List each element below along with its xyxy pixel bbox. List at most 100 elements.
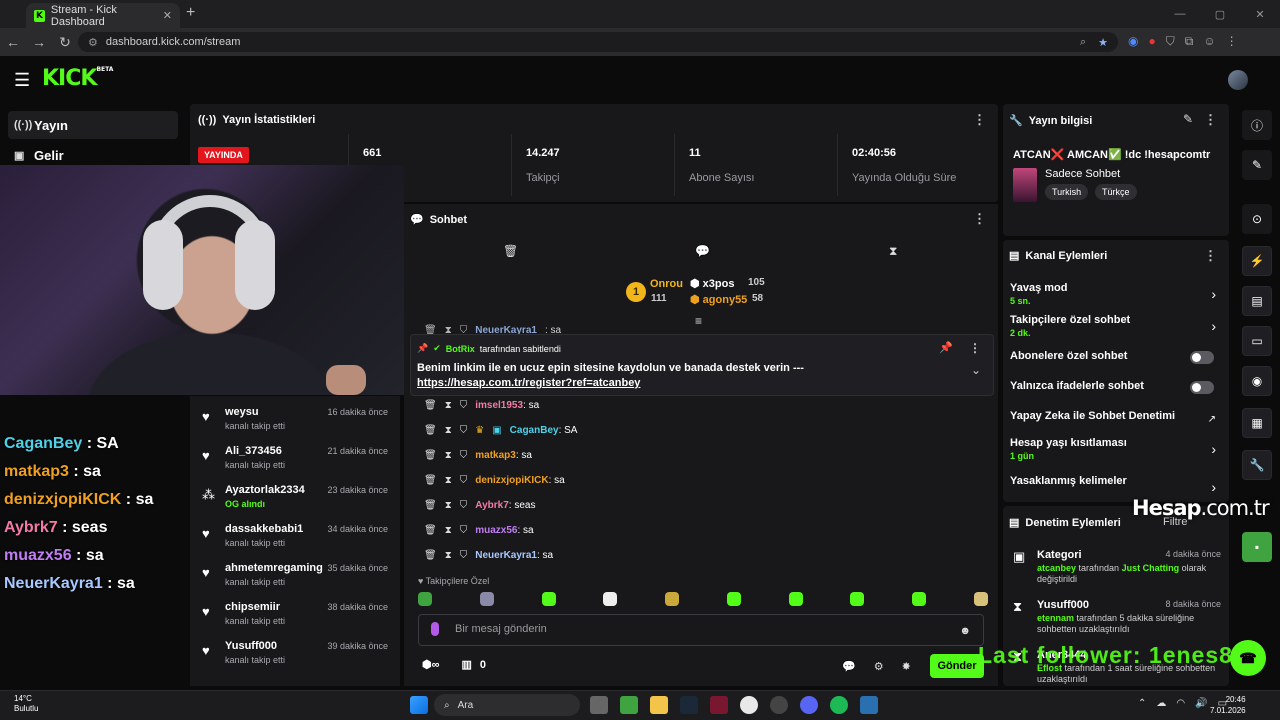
task-view-icon[interactable] xyxy=(590,696,608,714)
trash-icon[interactable]: 🗑 xyxy=(424,400,437,411)
volume-icon[interactable]: 🔊 xyxy=(1195,698,1207,709)
emoji-icon[interactable]: ☻ xyxy=(959,625,971,637)
zoom-icon[interactable]: ⌕ xyxy=(1080,36,1086,49)
chat-username[interactable]: matkap3 xyxy=(475,450,516,461)
obs-icon[interactable] xyxy=(770,696,788,714)
event-username[interactable]: chipsemiir xyxy=(225,601,280,613)
steam-icon[interactable] xyxy=(680,696,698,714)
forward-icon[interactable]: → xyxy=(26,34,52,50)
tag[interactable]: Turkish xyxy=(1045,184,1089,200)
puzzle-icon[interactable]: ⧉ xyxy=(1185,34,1194,49)
emote-icon[interactable] xyxy=(541,592,556,606)
chat-username[interactable]: denizxjopiKICK xyxy=(475,475,548,486)
more-options-icon[interactable]: ⋮ xyxy=(973,112,986,128)
app-icon[interactable] xyxy=(710,696,728,714)
kicks-icon[interactable]: ⬢∞ xyxy=(422,658,439,671)
minimize-button[interactable]: — xyxy=(1160,8,1200,20)
emote-menu-icon[interactable]: ✸ xyxy=(902,660,911,673)
pinned-by-user[interactable]: BotRix xyxy=(446,344,475,354)
hourglass-icon[interactable]: ⧗ xyxy=(445,425,452,436)
tab-close-icon[interactable]: ✕ xyxy=(163,9,172,22)
emote-icon[interactable] xyxy=(912,592,927,606)
subscribers-only-toggle[interactable] xyxy=(1190,351,1214,364)
browser-tab[interactable]: K Stream - Kick Dashboard ✕ xyxy=(26,3,180,28)
emote-icon[interactable] xyxy=(788,592,803,606)
trash-icon[interactable]: 🗑 xyxy=(424,425,437,436)
chat-bubble-icon[interactable]: 💬 xyxy=(695,244,710,258)
event-username[interactable]: Yusuff000 xyxy=(225,640,277,652)
site-info-icon[interactable]: ⚙ xyxy=(88,36,98,49)
url-field[interactable]: ⚙ dashboard.kick.com/stream ⌕ ★ xyxy=(78,32,1118,52)
chat-username[interactable]: muazx56 xyxy=(475,525,517,536)
chat-username[interactable]: imsel1953 xyxy=(475,400,523,411)
chat-bubble-icon[interactable]: ▭ xyxy=(1242,326,1272,356)
wifi-icon[interactable]: ◠ xyxy=(1176,698,1185,709)
trash-icon[interactable]: 🗑 xyxy=(424,450,437,461)
folder-icon[interactable] xyxy=(650,696,668,714)
chat-username[interactable]: NeuerKayra1 xyxy=(475,550,537,561)
chevron-down-icon[interactable]: ⌄ xyxy=(971,363,981,377)
edit-pencil-icon[interactable]: ✎ xyxy=(1242,150,1272,180)
emote-icon[interactable] xyxy=(418,592,432,606)
emote-icon[interactable] xyxy=(603,592,618,606)
hourglass-icon[interactable]: ⧗ xyxy=(445,400,452,411)
event-username[interactable]: weysu xyxy=(225,406,259,418)
action-ai-moderation[interactable]: Yapay Zeka ile Sohbet Denetimi ↗ xyxy=(1010,410,1222,425)
trash-icon[interactable]: 🗑 xyxy=(424,550,437,561)
trash-icon[interactable]: 🗑 xyxy=(424,475,437,486)
more-options-icon[interactable]: ⋮ xyxy=(973,211,986,227)
hourglass-icon[interactable]: ⧗ xyxy=(445,550,452,561)
settings-gear-icon[interactable]: ⚙ xyxy=(874,660,884,673)
document-icon[interactable]: ▤ xyxy=(1242,286,1272,316)
lightning-icon[interactable]: ⚡ xyxy=(1242,246,1272,276)
tag[interactable]: Türkçe xyxy=(1095,184,1137,200)
emote-icon[interactable] xyxy=(479,592,494,606)
collapse-icon[interactable]: ≡ xyxy=(695,314,702,328)
app-tray-icon[interactable]: ☁ xyxy=(1156,698,1166,709)
action-slow-mode[interactable]: Yavaş mod 5 sn. › xyxy=(1010,282,1222,306)
wrench-icon[interactable]: 🔧 xyxy=(1242,450,1272,480)
trash-icon[interactable]: 🗑 xyxy=(424,500,437,511)
chat-username[interactable]: Aybrk7 xyxy=(475,500,509,511)
emote-icon[interactable] xyxy=(850,592,865,606)
shield-icon[interactable]: ⛉ xyxy=(1166,34,1175,49)
new-tab-button[interactable]: + xyxy=(186,4,195,22)
taskbar-search[interactable]: ⌕ Ara xyxy=(434,694,580,716)
back-icon[interactable]: ← xyxy=(0,34,26,50)
extension-icon[interactable]: ◉ xyxy=(1128,34,1138,49)
chat-bubble-icon[interactable]: 💬 xyxy=(842,660,856,673)
chevron-right-icon[interactable]: › xyxy=(1211,479,1216,495)
trash-icon[interactable]: 🗑 xyxy=(503,244,518,258)
chevron-right-icon[interactable]: › xyxy=(1211,318,1216,334)
external-link-icon[interactable]: ↗ xyxy=(1208,414,1216,425)
stream-category[interactable]: Sadece Sohbet xyxy=(1045,168,1120,180)
mic-icon[interactable] xyxy=(431,622,439,636)
hourglass-icon[interactable]: ⧗ xyxy=(445,500,452,511)
chevron-right-icon[interactable]: › xyxy=(1211,286,1216,302)
minecraft-icon[interactable] xyxy=(620,696,638,714)
emote-icon[interactable] xyxy=(726,592,741,606)
pinned-link[interactable]: https://hesap.com.tr/register?ref=atcanb… xyxy=(417,377,640,389)
edit-pencil-icon[interactable]: ✎ xyxy=(1183,112,1193,126)
windows-start-icon[interactable] xyxy=(410,696,428,714)
broadcast-icon[interactable]: ◉ xyxy=(1242,366,1272,396)
unpin-icon[interactable]: 📌 xyxy=(939,341,953,354)
hourglass-icon[interactable]: ⧗ xyxy=(445,525,452,536)
menu-icon[interactable]: ⋮ xyxy=(1226,34,1238,49)
support-chat-icon[interactable]: ☎ xyxy=(1230,640,1266,676)
more-options-icon[interactable]: ⋮ xyxy=(969,341,981,355)
more-options-icon[interactable]: ⋮ xyxy=(1204,112,1217,128)
chevron-up-icon[interactable]: ⌃ xyxy=(1138,698,1146,709)
maximize-button[interactable]: ▢ xyxy=(1200,8,1240,21)
chrome-icon[interactable] xyxy=(740,696,758,714)
trash-icon[interactable]: 🗑 xyxy=(424,525,437,536)
store-icon[interactable]: ▥ xyxy=(461,658,471,671)
hourglass-icon[interactable]: ⧗ xyxy=(889,244,897,259)
profile-icon[interactable]: ☺ xyxy=(1203,34,1215,49)
event-username[interactable]: Ali_373456 xyxy=(225,445,282,457)
app-icon[interactable] xyxy=(860,696,878,714)
hamburger-menu-icon[interactable]: ☰ xyxy=(14,70,30,91)
bookmark-star-icon[interactable]: ★ xyxy=(1098,36,1108,49)
emote-icon[interactable] xyxy=(973,592,988,606)
weather-widget[interactable]: 14°C Bulutlu xyxy=(14,694,38,714)
